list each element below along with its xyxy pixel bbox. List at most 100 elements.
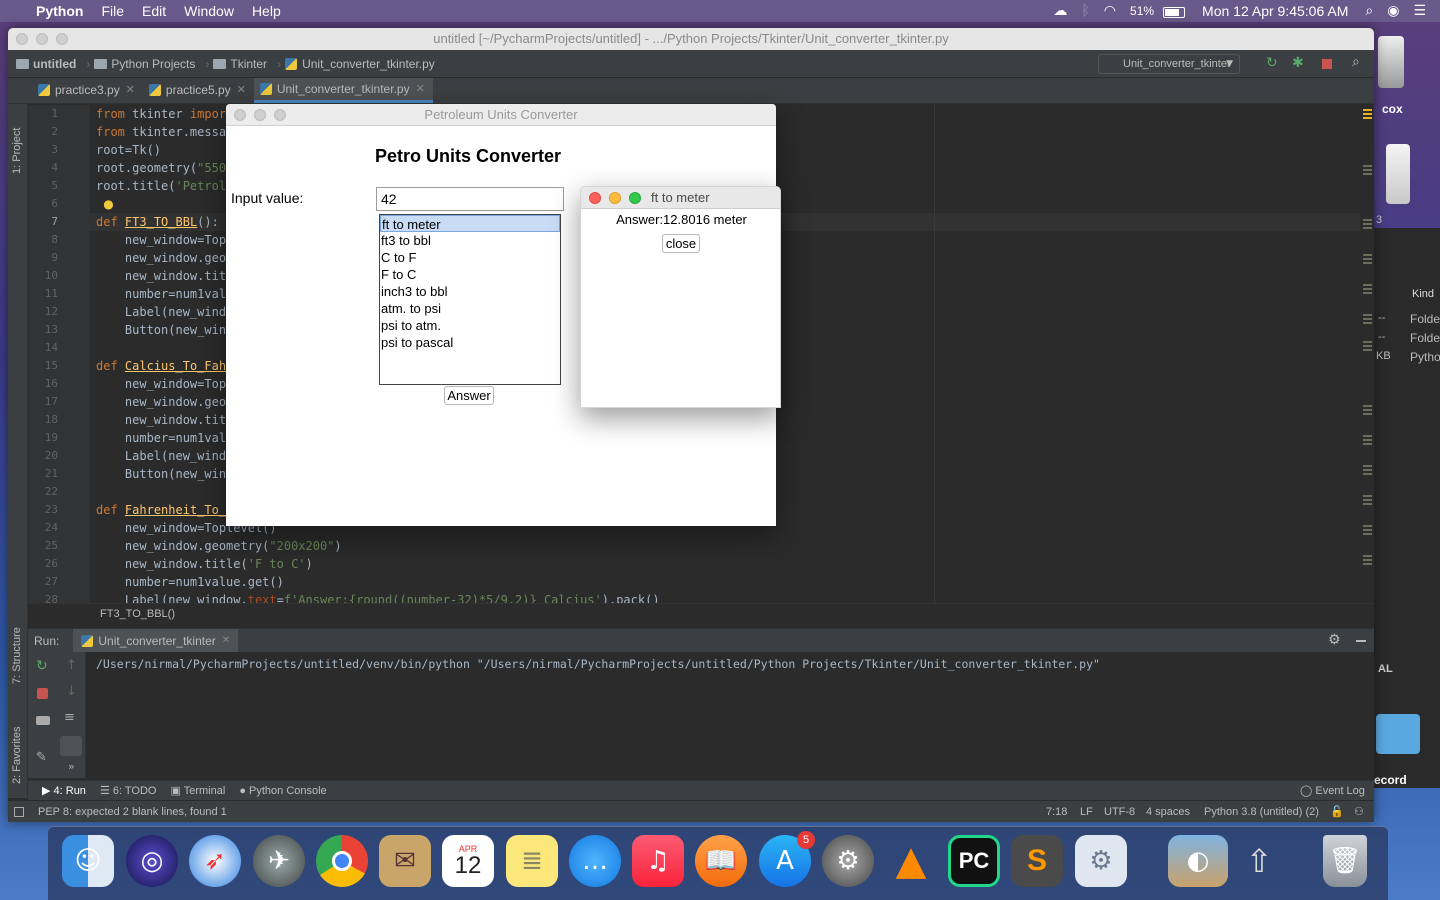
answer-button[interactable]: Answer	[444, 386, 494, 405]
run-configuration-select[interactable]: Unit_converter_tkinter ▼	[1098, 54, 1240, 74]
folder-icon[interactable]	[1376, 714, 1420, 754]
minimize-panel-icon[interactable]	[1356, 640, 1366, 642]
finder-column-kind[interactable]: Kind	[1412, 288, 1434, 300]
close-tab-icon[interactable]: ✕	[237, 77, 246, 103]
launchpad-icon[interactable]: ✈	[253, 835, 305, 887]
books-icon[interactable]: 📖	[695, 835, 747, 887]
tk-minimize-button[interactable]	[254, 109, 266, 121]
favorites-tool-button[interactable]: 2: Favorites	[11, 727, 23, 784]
notes-icon[interactable]: ≣	[506, 835, 558, 887]
input-value-field[interactable]: 42	[376, 187, 564, 211]
breadcrumb-python-projects[interactable]: Python Projects	[94, 57, 195, 71]
up-arrow-icon[interactable]: ↑	[66, 658, 77, 673]
window-zoom-button[interactable]	[56, 33, 68, 45]
listbox-option[interactable]: atm. to psi	[380, 300, 560, 317]
listbox-option[interactable]: F to C	[380, 266, 560, 283]
lock-icon[interactable]: 🔓	[1330, 801, 1344, 822]
preview-icon[interactable]: ◐	[1168, 835, 1228, 887]
tab-unit-converter[interactable]: Unit_converter_tkinter.py ✕	[253, 76, 433, 103]
project-tool-button[interactable]: 1: Project	[11, 128, 23, 174]
tool-tab-terminal[interactable]: ▣ Terminal	[170, 784, 225, 797]
file-encoding[interactable]: UTF-8	[1104, 801, 1135, 822]
close-tab-icon[interactable]: ✕	[126, 77, 135, 103]
listbox-option[interactable]: psi to pascal	[380, 334, 560, 351]
status-toggle-icon[interactable]	[14, 807, 24, 817]
close-button[interactable]: close	[662, 234, 700, 253]
disk-icon[interactable]	[1378, 36, 1404, 88]
rerun-icon[interactable]: ↻	[36, 658, 48, 674]
siri-icon[interactable]: ◉	[1380, 0, 1406, 22]
listbox-option[interactable]: ft to meter	[380, 215, 560, 232]
python-interpreter[interactable]: Python 3.8 (untitled) (2)	[1204, 801, 1319, 822]
battery-icon[interactable]	[1156, 0, 1192, 22]
close-icon[interactable]	[589, 192, 601, 204]
system-preferences-icon[interactable]: ⚙	[822, 835, 874, 887]
listbox-option[interactable]: C to F	[380, 249, 560, 266]
caret-position[interactable]: 7:18	[1046, 801, 1067, 822]
bluetooth-icon[interactable]: ᛒ	[1074, 0, 1096, 22]
tool-tab-todo[interactable]: ☰ 6: TODO	[100, 784, 157, 797]
sublime-text-icon[interactable]: S	[1011, 835, 1063, 887]
tk-zoom-button[interactable]	[274, 109, 286, 121]
tk-close-button[interactable]	[234, 109, 246, 121]
search-everywhere-icon[interactable]: ⌕	[1352, 54, 1360, 70]
creative-cloud-icon[interactable]: ☁	[1046, 0, 1074, 22]
listbox-option[interactable]: psi to atm.	[380, 317, 560, 334]
calendar-icon[interactable]: APR 12	[442, 835, 494, 887]
mail-stamp-icon[interactable]: ✉	[379, 835, 431, 887]
more-icon[interactable]: »	[68, 760, 75, 773]
structure-tool-button[interactable]: 7: Structure	[11, 627, 23, 684]
rerun-icon[interactable]: ↻	[1266, 55, 1278, 71]
siri-icon[interactable]: ◎	[126, 835, 178, 887]
layout-icon[interactable]	[36, 716, 50, 725]
listbox-option[interactable]: ft3 to bbl	[380, 232, 560, 249]
conversion-listbox[interactable]: ft to meter ft3 to bbl C to FF to Cinch3 t…	[379, 214, 561, 385]
rocket-icon[interactable]: ⇧	[1233, 835, 1285, 887]
pin-icon[interactable]: ✎	[36, 750, 47, 765]
trash-icon[interactable]: 🗑	[1323, 835, 1367, 887]
editor-scrollbar-markers[interactable]	[1360, 105, 1374, 603]
menu-edit[interactable]: Edit	[133, 0, 175, 22]
menu-file[interactable]: File	[92, 0, 133, 22]
debug-icon[interactable]: ✱	[1292, 55, 1304, 71]
window-close-button[interactable]	[16, 33, 28, 45]
stop-icon[interactable]	[37, 688, 48, 699]
app-store-icon[interactable]: A5	[759, 831, 815, 887]
listbox-option[interactable]: inch3 to bbl	[380, 283, 560, 300]
clock[interactable]: Mon 12 Apr 9:45:06 AM	[1192, 0, 1358, 22]
gear-icon[interactable]: ⚙	[1328, 632, 1341, 648]
vlc-icon[interactable]: ▲	[885, 835, 937, 887]
event-log-button[interactable]: ◯ Event Log	[1300, 784, 1365, 797]
inspector-icon[interactable]: ⚇	[1354, 801, 1364, 822]
window-minimize-button[interactable]	[36, 33, 48, 45]
tab-practice3[interactable]: practice3.py ✕	[32, 77, 143, 103]
menu-help[interactable]: Help	[243, 0, 290, 22]
breadcrumb-project[interactable]: untitled	[16, 57, 76, 71]
music-icon[interactable]: ♫	[632, 835, 684, 887]
stop-icon[interactable]	[1322, 59, 1332, 69]
tool-tab-run[interactable]: ▶ 4: Run	[42, 784, 86, 797]
breadcrumb-file[interactable]: Unit_converter_tkinter.py	[285, 57, 435, 71]
code-breadcrumb[interactable]: FT3_TO_BBL()	[28, 603, 1374, 623]
close-tab-icon[interactable]: ✕	[222, 629, 230, 653]
run-tab[interactable]: Unit_converter_tkinter ✕	[73, 628, 239, 653]
finder-icon[interactable]: ☺	[62, 835, 114, 887]
scroll-to-end-icon[interactable]	[60, 736, 82, 756]
spotlight-icon[interactable]: ⌕	[1358, 0, 1380, 22]
status-message[interactable]: PEP 8: expected 2 blank lines, found 1	[38, 801, 227, 822]
tab-practice5[interactable]: practice5.py ✕	[143, 77, 254, 103]
app-menu[interactable]: Python	[27, 0, 92, 22]
pycharm-icon[interactable]: PC	[948, 835, 1000, 887]
safari-icon[interactable]: ➶	[189, 835, 241, 887]
notification-center-icon[interactable]: ☰	[1406, 0, 1440, 22]
settings-gear-icon[interactable]: ⚙	[1075, 835, 1127, 887]
soft-wrap-icon[interactable]: ≡	[64, 710, 75, 725]
minimize-icon[interactable]	[609, 192, 621, 204]
indent-setting[interactable]: 4 spaces	[1146, 801, 1190, 822]
zoom-icon[interactable]	[629, 192, 641, 204]
down-arrow-icon[interactable]: ↓	[66, 684, 77, 699]
close-tab-icon[interactable]: ✕	[416, 76, 425, 102]
tool-tab-python-console[interactable]: ● Python Console	[239, 785, 326, 797]
messages-icon[interactable]: …	[569, 835, 621, 887]
battery-percent[interactable]: 51%	[1123, 0, 1156, 22]
